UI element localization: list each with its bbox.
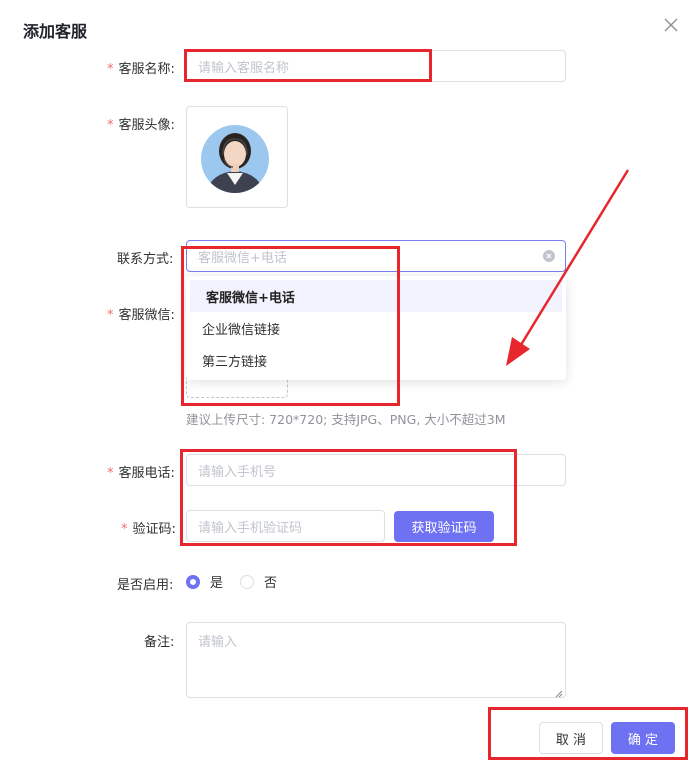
- resize-handle-icon[interactable]: [555, 687, 563, 698]
- radio-unchecked-icon: [240, 574, 254, 589]
- contact-dropdown: 客服微信+电话 企业微信链接 第三方链接: [186, 276, 566, 380]
- contact-select-value: 客服微信+电话: [198, 250, 287, 266]
- name-input[interactable]: 请输入客服名称: [186, 50, 566, 82]
- code-input-placeholder: 请输入手机验证码: [198, 520, 303, 536]
- clear-circle-icon[interactable]: [543, 250, 555, 262]
- close-icon[interactable]: [662, 16, 680, 34]
- upload-hint: 建议上传尺寸: 720*720; 支持JPG、PNG, 大小不超过3M: [186, 412, 506, 427]
- avatar-image: [201, 125, 269, 193]
- confirm-button[interactable]: 确 定: [611, 722, 675, 754]
- contact-label: 联系方式:: [117, 252, 174, 267]
- name-input-placeholder: 请输入客服名称: [198, 60, 290, 76]
- dialog-title: 添加客服: [23, 22, 88, 41]
- avatar-label: * 客服头像:: [107, 118, 175, 133]
- remark-placeholder: 请输入: [198, 635, 238, 650]
- contact-option-wechat-phone[interactable]: 客服微信+电话: [190, 280, 562, 312]
- code-label: * 验证码:: [121, 522, 176, 537]
- wechat-label: * 客服微信:: [107, 308, 175, 323]
- name-label: * 客服名称:: [107, 62, 175, 77]
- contact-select[interactable]: 客服微信+电话: [186, 240, 566, 272]
- enabled-radio-no[interactable]: 否: [240, 572, 277, 591]
- contact-option-third-party[interactable]: 第三方链接: [186, 344, 566, 376]
- remark-label: 备注:: [144, 635, 175, 650]
- contact-option-work-wechat[interactable]: 企业微信链接: [186, 312, 566, 344]
- remark-textarea[interactable]: 请输入: [186, 622, 566, 698]
- phone-input[interactable]: 请输入手机号: [186, 454, 566, 486]
- radio-no-label: 否: [264, 576, 278, 591]
- phone-input-placeholder: 请输入手机号: [198, 464, 277, 480]
- enabled-radio-yes[interactable]: 是: [186, 572, 223, 591]
- radio-yes-label: 是: [210, 576, 224, 591]
- get-code-button[interactable]: 获取验证码: [394, 511, 494, 542]
- code-input[interactable]: 请输入手机验证码: [186, 510, 385, 542]
- radio-checked-icon: [186, 574, 200, 589]
- cancel-button[interactable]: 取 消: [539, 722, 603, 754]
- enabled-label: 是否启用:: [117, 578, 174, 593]
- phone-label: * 客服电话:: [107, 466, 175, 481]
- avatar-upload[interactable]: [186, 106, 288, 208]
